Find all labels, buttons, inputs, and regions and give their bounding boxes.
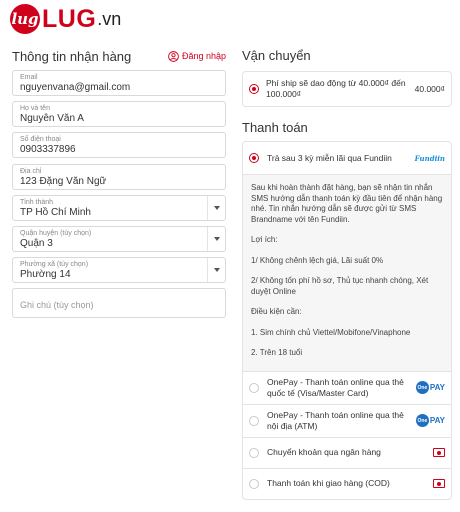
fundiin-radio[interactable] <box>249 153 259 163</box>
payment-methods: Trả sau 3 kỳ miễn lãi qua Fundiin Fundii… <box>242 141 452 500</box>
ward-select[interactable]: Phường xã (tùy chọn) Phường 14 <box>12 257 226 283</box>
shipping-info-title: Thông tin nhận hàng <box>12 48 132 64</box>
bank-transfer-icon <box>433 448 445 457</box>
email-field[interactable]: Email nguyenvana@gmail.com <box>12 70 226 96</box>
note-textarea[interactable]: Ghi chú (tùy chọn) <box>12 288 226 318</box>
fundiin-desc-benefit-2: 2/ Không tốn phí hồ sơ, Thủ tục nhanh ch… <box>251 276 429 296</box>
cash-icon <box>433 479 445 488</box>
logo-suffix: .vn <box>97 8 122 29</box>
fundiin-desc-intro: Sau khi hoàn thành đặt hàng, bạn sẽ nhận… <box>251 183 443 224</box>
user-circle-icon <box>168 50 179 62</box>
payment-option-cod[interactable]: Thanh toán khi giao hàng (COD) <box>243 467 451 499</box>
login-label: Đăng nhập <box>181 51 226 61</box>
logo-mark-icon: lug <box>10 4 40 34</box>
phone-label: Số điện thoại <box>20 136 61 143</box>
onepay-domestic-label: OnePay - Thanh toán online qua thẻ nội đ… <box>267 409 404 431</box>
district-label: Quận huyện (tùy chọn) <box>20 230 92 237</box>
email-label: Email <box>20 74 38 81</box>
chevron-down-icon[interactable] <box>207 258 225 282</box>
name-label: Họ và tên <box>20 105 50 112</box>
fundiin-description: Sau khi hoàn thành đặt hàng, bạn sẽ nhận… <box>243 174 451 371</box>
chevron-down-icon[interactable] <box>207 227 225 251</box>
payment-option-fundiin[interactable]: Trả sau 3 kỳ miễn lãi qua Fundiin Fundii… <box>243 142 451 174</box>
address-value: 123 Đặng Văn Ngữ <box>20 176 107 187</box>
name-field[interactable]: Họ và tên Nguyễn Văn A <box>12 101 226 127</box>
district-select[interactable]: Quận huyện (tùy chọn) Quận 3 <box>12 226 226 252</box>
province-value: TP Hồ Chí Minh <box>20 207 91 218</box>
logo[interactable]: lug LUG .vn <box>10 4 121 34</box>
phone-field[interactable]: Số điện thoại 0903337896 <box>12 132 226 158</box>
payment-option-onepay-domestic[interactable]: OnePay - Thanh toán online qua thẻ nội đ… <box>243 403 451 437</box>
bank-transfer-radio[interactable] <box>249 447 259 458</box>
fundiin-desc-condition-1: 1. Sim chính chủ Viettel/Mobifone/Vinaph… <box>251 327 411 337</box>
payment-title: Thanh toán <box>242 120 308 135</box>
shipping-option-text: Phí ship sẽ dao động từ 40.000₫ đến 100.… <box>266 78 406 99</box>
logo-name: LUG <box>42 4 97 33</box>
note-placeholder: Ghi chú (tùy chọn) <box>20 300 94 310</box>
address-field[interactable]: Địa chỉ 123 Đặng Văn Ngữ <box>12 164 226 190</box>
login-link[interactable]: Đăng nhập <box>168 50 226 62</box>
fundiin-label: Trả sau 3 kỳ miễn lãi qua Fundiin <box>267 152 392 163</box>
cod-radio[interactable] <box>249 478 259 489</box>
fundiin-desc-benefits-title: Lợi ích: <box>251 235 278 244</box>
district-value: Quận 3 <box>20 238 53 249</box>
bank-transfer-label: Chuyển khoản qua ngân hàng <box>267 447 381 457</box>
onepay-domestic-radio[interactable] <box>249 415 259 426</box>
cod-label: Thanh toán khi giao hàng (COD) <box>267 478 390 488</box>
province-select[interactable]: Tỉnh thành TP Hồ Chí Minh <box>12 195 226 221</box>
shipping-info-section: Thông tin nhận hàng Đăng nhập Email nguy… <box>12 46 226 318</box>
onepay-logo-icon: One PAY <box>415 414 445 427</box>
onepay-intl-radio[interactable] <box>249 382 259 393</box>
onepay-intl-label: OnePay - Thanh toán online qua thẻ quốc … <box>267 376 404 398</box>
chevron-down-icon[interactable] <box>207 196 225 220</box>
fundiin-desc-benefit-1: 1/ Không chênh lệch giá, Lãi suất 0% <box>251 255 384 265</box>
fundiin-logo: Fundiin <box>414 153 445 163</box>
address-label: Địa chỉ <box>20 168 42 175</box>
payment-option-onepay-intl[interactable]: OnePay - Thanh toán online qua thẻ quốc … <box>243 370 451 404</box>
onepay-logo-icon: One PAY <box>415 381 445 394</box>
phone-value: 0903337896 <box>20 144 76 155</box>
shipping-info-header: Thông tin nhận hàng Đăng nhập <box>12 46 226 66</box>
fundiin-desc-condition-2: 2. Trên 18 tuổi <box>251 348 303 357</box>
shipping-title: Vận chuyển <box>242 48 311 63</box>
ward-label: Phường xã (tùy chọn) <box>20 261 89 268</box>
shipping-radio[interactable] <box>249 84 259 94</box>
shipping-payment-section: Vận chuyển Phí ship sẽ dao động từ 40.00… <box>242 46 452 500</box>
payment-option-bank-transfer[interactable]: Chuyển khoản qua ngân hàng <box>243 436 451 468</box>
header: lug LUG .vn <box>0 0 460 38</box>
name-value: Nguyễn Văn A <box>20 113 84 124</box>
fundiin-desc-conditions-title: Điều kiện cần: <box>251 307 302 316</box>
shipping-price: 40.000₫ <box>414 84 445 94</box>
email-value: nguyenvana@gmail.com <box>20 82 131 93</box>
province-label: Tỉnh thành <box>20 199 54 206</box>
ward-value: Phường 14 <box>20 269 71 280</box>
shipping-option[interactable]: Phí ship sẽ dao động từ 40.000₫ đến 100.… <box>242 71 452 107</box>
